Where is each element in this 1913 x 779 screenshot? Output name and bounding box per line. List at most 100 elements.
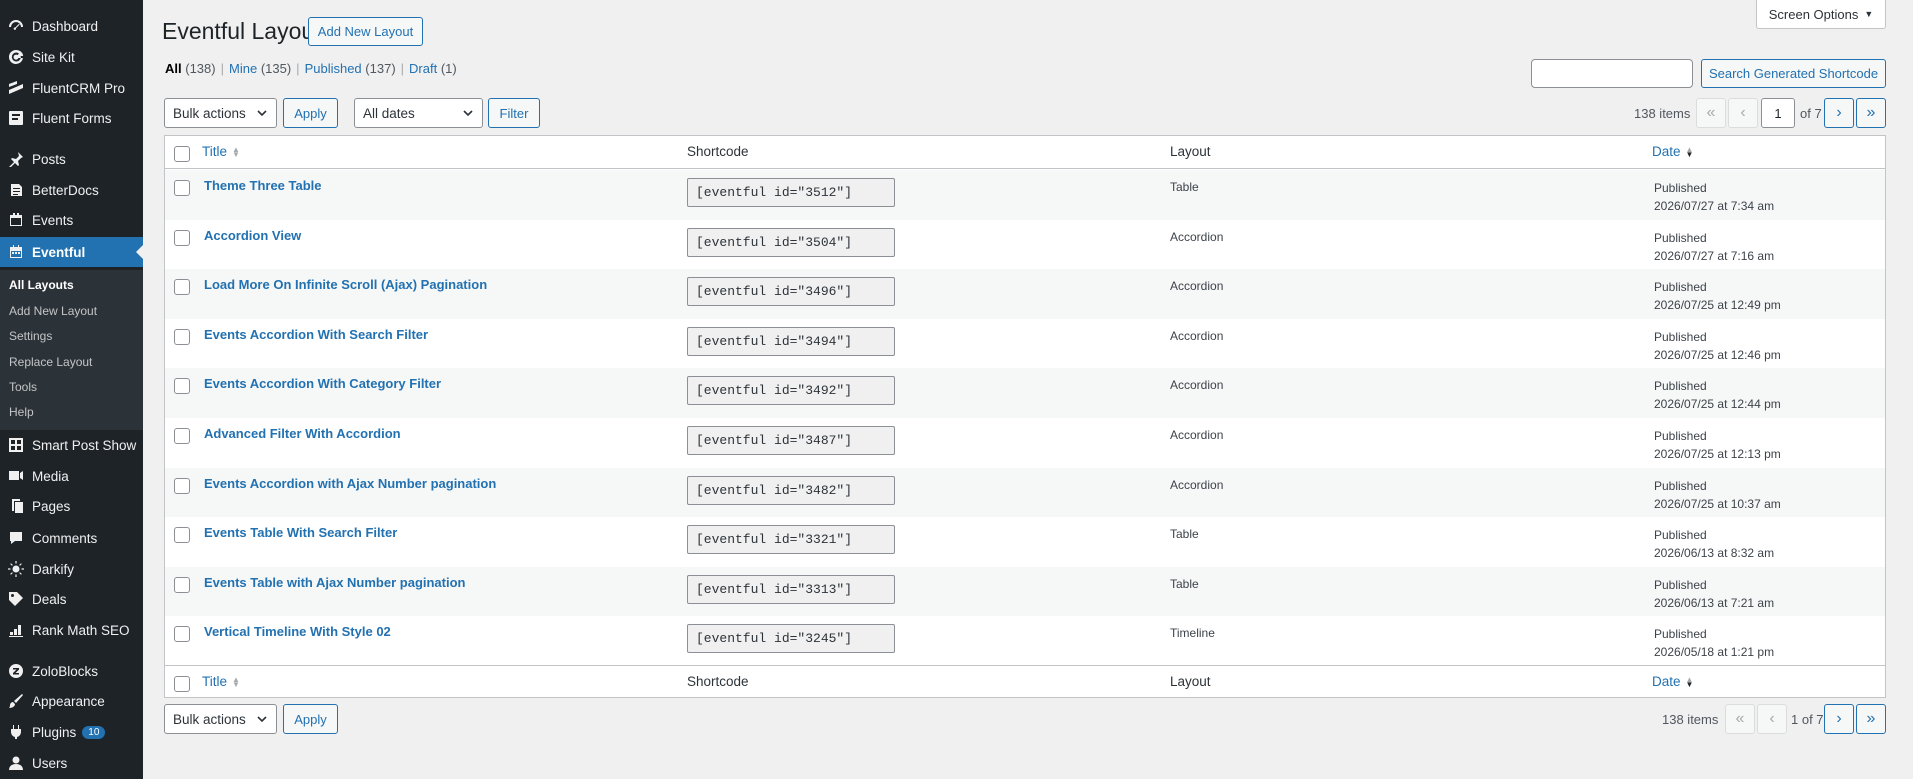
user-icon <box>7 755 24 772</box>
sidebar-item-site-kit[interactable]: Site Kit <box>0 42 143 72</box>
current-page-input[interactable]: 1 <box>1761 98 1795 128</box>
row-checkbox[interactable] <box>174 328 190 345</box>
search-shortcode-button[interactable]: Search Generated Shortcode <box>1701 59 1886 88</box>
row-checkbox[interactable] <box>174 279 190 296</box>
shortcode-field[interactable]: [eventful id="3245"] <box>687 624 895 654</box>
sidebar-item-zoloblocks[interactable]: ZoloBlocks <box>0 656 143 686</box>
sidebar-item-plugins[interactable]: Plugins 10 <box>0 717 143 747</box>
shortcode-field[interactable]: [eventful id="3496"] <box>687 277 895 307</box>
first-page-button[interactable]: « <box>1696 98 1726 128</box>
view-draft[interactable]: Draft (1) <box>409 61 457 76</box>
table-row: Theme Three Table [eventful id="3512"] Tab… <box>165 170 1885 220</box>
table-row: Vertical Timeline With Style 02 [eventful… <box>165 616 1885 666</box>
view-count: (1) <box>440 61 457 76</box>
column-date[interactable]: Date ▲ ▼ <box>1652 144 1693 159</box>
sidebar-item-events[interactable]: Events <box>0 205 143 235</box>
column-date-footer[interactable]: Date ▲ ▼ <box>1652 674 1693 689</box>
row-checkbox[interactable] <box>174 378 190 395</box>
shortcode-field[interactable]: [eventful id="3512"] <box>687 178 895 207</box>
row-title-link[interactable]: Load More On Infinite Scroll (Ajax) Pagi… <box>204 277 487 292</box>
sidebar-item-label: Dashboard <box>32 18 99 34</box>
shortcode-field[interactable]: [eventful id="3321"] <box>687 525 895 555</box>
submenu-help[interactable]: Help <box>9 405 34 419</box>
sidebar-item-eventful[interactable]: Eventful <box>0 237 143 267</box>
row-checkbox[interactable] <box>174 527 190 544</box>
row-title-link[interactable]: Events Accordion With Category Filter <box>204 376 441 391</box>
sidebar-item-smart-post-show[interactable]: Smart Post Show <box>0 430 143 460</box>
last-page-button-bottom[interactable]: » <box>1856 704 1886 734</box>
sidebar-item-darkify[interactable]: Darkify <box>0 554 143 584</box>
submenu-all-layouts[interactable]: All Layouts <box>9 278 74 292</box>
grid-icon <box>7 437 24 454</box>
bulk-actions-select[interactable]: Bulk actions <box>164 98 277 128</box>
submenu-settings[interactable]: Settings <box>9 329 52 343</box>
sun-icon <box>7 561 24 578</box>
row-date: Published 2026/05/18 at 1:21 pm <box>1654 625 1774 661</box>
sidebar-item-fluent-forms[interactable]: Fluent Forms <box>0 103 143 133</box>
sidebar-item-fluentcrm[interactable]: FluentCRM Pro <box>0 73 143 103</box>
sidebar-item-label: Appearance <box>32 693 105 709</box>
row-title-link[interactable]: Events Table With Search Filter <box>204 525 397 540</box>
apply-button-bottom[interactable]: Apply <box>283 704 338 734</box>
view-all[interactable]: All (138) <box>165 61 216 76</box>
first-page-button-bottom[interactable]: « <box>1725 704 1755 734</box>
next-page-button-bottom[interactable]: › <box>1824 704 1854 734</box>
select-all-checkbox[interactable] <box>174 146 190 162</box>
row-title-link[interactable]: Events Table with Ajax Number pagination <box>204 575 466 590</box>
shortcode-field[interactable]: [eventful id="3494"] <box>687 326 895 356</box>
select-all-checkbox-footer[interactable] <box>174 676 190 692</box>
shortcode-field[interactable]: [eventful id="3482"] <box>687 475 895 505</box>
row-checkbox[interactable] <box>174 477 190 494</box>
row-status: Published <box>1654 181 1707 195</box>
search-input[interactable] <box>1531 59 1693 88</box>
sidebar-item-appearance[interactable]: Appearance <box>0 686 143 716</box>
row-title-link[interactable]: Events Accordion With Search Filter <box>204 327 428 342</box>
sidebar-item-rank-math[interactable]: Rank Math SEO <box>0 615 143 645</box>
row-checkbox[interactable] <box>174 626 190 643</box>
submenu-add-new-layout[interactable]: Add New Layout <box>9 304 97 318</box>
row-checkbox[interactable] <box>174 428 190 444</box>
sidebar-item-posts[interactable]: Posts <box>0 144 143 174</box>
sidebar-item-dashboard[interactable]: Dashboard <box>0 11 143 41</box>
sidebar-item-deals[interactable]: Deals <box>0 584 143 614</box>
sidebar-item-comments[interactable]: Comments <box>0 523 143 553</box>
last-page-button[interactable]: » <box>1856 98 1886 128</box>
filter-button[interactable]: Filter <box>488 98 540 128</box>
row-title-link[interactable]: Advanced Filter With Accordion <box>204 426 401 441</box>
eventful-submenu: All Layouts Add New Layout Settings Repl… <box>0 270 143 430</box>
prev-page-button[interactable]: ‹ <box>1728 98 1758 128</box>
sidebar-item-betterdocs[interactable]: BetterDocs <box>0 175 143 205</box>
shortcode-field[interactable]: [eventful id="3504"] <box>687 227 895 257</box>
sidebar-item-pages[interactable]: Pages <box>0 491 143 521</box>
view-mine[interactable]: Mine (135) <box>229 61 291 76</box>
view-label: Published <box>304 61 362 76</box>
prev-page-button-bottom[interactable]: ‹ <box>1757 704 1787 734</box>
sidebar-item-media[interactable]: Media <box>0 461 143 491</box>
row-title-link[interactable]: Vertical Timeline With Style 02 <box>204 624 391 639</box>
view-published[interactable]: Published (137) <box>305 61 396 76</box>
screen-options-button[interactable]: Screen Options ▼ <box>1756 0 1886 29</box>
bulk-actions-select-bottom[interactable]: Bulk actions <box>164 704 277 734</box>
row-checkbox[interactable] <box>174 576 190 593</box>
column-title-footer[interactable]: Title ▲ ▼ <box>202 674 240 689</box>
row-checkbox[interactable] <box>174 180 190 196</box>
row-title-link[interactable]: Theme Three Table <box>204 178 322 193</box>
row-checkbox[interactable] <box>174 229 190 246</box>
caret-down-icon: ▼ <box>1864 9 1874 19</box>
submenu-replace-layout[interactable]: Replace Layout <box>9 355 92 369</box>
submenu-tools[interactable]: Tools <box>9 380 37 394</box>
date-filter-select[interactable]: All dates <box>354 98 483 128</box>
column-title-label: Title <box>202 144 228 159</box>
apply-button[interactable]: Apply <box>283 98 338 128</box>
shortcode-field[interactable]: [eventful id="3487"] <box>687 426 895 455</box>
bulk-actions-value: Bulk actions <box>173 105 246 121</box>
sidebar-item-users[interactable]: Users <box>0 748 143 778</box>
next-page-button[interactable]: › <box>1824 98 1854 128</box>
shortcode-field[interactable]: [eventful id="3313"] <box>687 574 895 604</box>
shortcode-field[interactable]: [eventful id="3492"] <box>687 376 895 406</box>
row-title-link[interactable]: Events Accordion with Ajax Number pagina… <box>204 476 496 491</box>
column-title[interactable]: Title ▲ ▼ <box>202 144 240 159</box>
add-new-layout-button[interactable]: Add New Layout <box>308 17 423 46</box>
row-title-link[interactable]: Accordion View <box>204 228 301 243</box>
row-layout: Accordion <box>1170 328 1224 343</box>
